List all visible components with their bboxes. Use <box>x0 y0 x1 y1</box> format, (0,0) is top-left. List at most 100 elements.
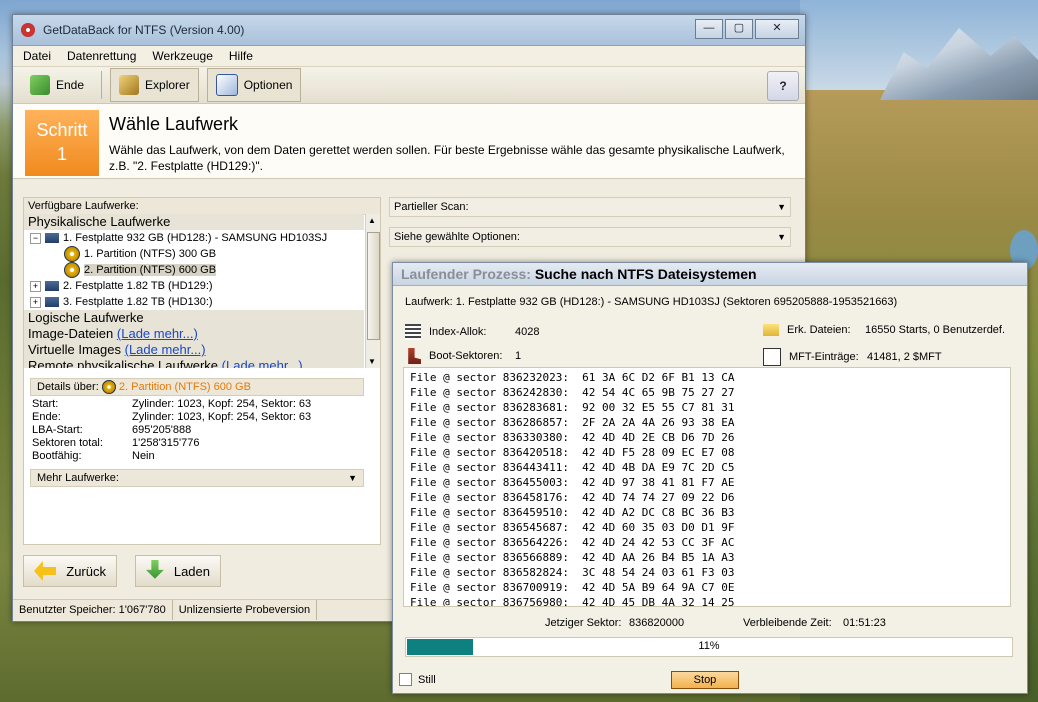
log-line: File @ sector 836443411: 42 4D 4B DA E9 … <box>410 461 735 474</box>
minimize-button[interactable]: — <box>695 19 723 39</box>
mft-entries-stat: MFT-Einträge: 41481, 2 $MFT <box>763 348 942 366</box>
stop-button[interactable]: Stop <box>671 671 739 689</box>
progress-bar: 11% <box>405 637 1013 657</box>
index-icon <box>405 324 421 340</box>
step-badge: Schritt 1 <box>25 110 99 176</box>
process-title: Suche nach NTFS Dateisystemen <box>534 266 757 282</box>
window-title: GetDataBack for NTFS (Version 4.00) <box>43 23 245 37</box>
menu-werkzeuge[interactable]: Werkzeuge <box>152 49 212 63</box>
virtual-images-load-link[interactable]: (Lade mehr...) <box>125 342 206 357</box>
maximize-button[interactable]: ▢ <box>725 19 753 39</box>
log-line: File @ sector 836459510: 42 4D A2 DC C8 … <box>410 506 735 519</box>
menu-datei[interactable]: Datei <box>23 49 51 63</box>
show-options-expander[interactable]: Siehe gewählte Optionen: ▼ <box>389 227 791 247</box>
process-title-bar[interactable]: Laufender Prozess: Suche nach NTFS Datei… <box>393 263 1027 286</box>
step-description: Wähle das Laufwerk, von dem Daten gerett… <box>109 143 785 173</box>
details-value: 695'205'888 <box>132 424 192 436</box>
log-line: File @ sector 836455003: 42 4D 97 38 41 … <box>410 476 735 489</box>
log-line: File @ sector 836582824: 3C 48 54 24 03 … <box>410 566 735 579</box>
virtual-images-group[interactable]: Virtuelle Images (Lade mehr...) <box>24 342 364 358</box>
details-section: Details über: 2. Partition (NTFS) 600 GB… <box>24 374 370 487</box>
ende-button[interactable]: Ende <box>21 68 93 102</box>
chevron-down-icon: ▼ <box>777 232 786 242</box>
process-drive-info: Laufwerk: 1. Festplatte 932 GB (HD128:) … <box>405 296 898 308</box>
checklist-icon <box>215 74 238 96</box>
hard-disk-icon <box>45 281 59 292</box>
title-bar[interactable]: GetDataBack for NTFS (Version 4.00) — ▢ … <box>13 15 805 46</box>
image-files-label: Image-Dateien <box>28 326 114 341</box>
log-line: File @ sector 836458176: 42 4D 74 74 27 … <box>410 491 735 504</box>
chevron-down-icon: ▼ <box>348 473 357 483</box>
expand-icon[interactable]: + <box>30 280 41 292</box>
partition-label: 2. Partition (NTFS) 600 GB <box>84 264 217 276</box>
tree-item-partition-1[interactable]: 1. Partition (NTFS) 300 GB <box>24 246 364 263</box>
close-button[interactable]: ✕ <box>755 19 799 39</box>
still-checkbox[interactable] <box>399 673 412 686</box>
index-alloc-stat: Index-Allok: 4028 <box>405 324 539 340</box>
optionen-label: Optionen <box>243 78 293 92</box>
scan-log[interactable]: File @ sector 836232023: 61 3A 6C D2 6F … <box>403 367 1011 607</box>
back-button[interactable]: Zurück <box>23 555 117 587</box>
help-button[interactable]: ? <box>767 71 799 101</box>
tree-item-drive-1[interactable]: − 1. Festplatte 932 GB (HD128:) - SAMSUNG… <box>24 230 364 246</box>
boot-sectors-label: Boot-Sektoren: <box>429 350 503 362</box>
scrollbar-thumb[interactable] <box>367 232 380 340</box>
tree-item-drive-3[interactable]: +3. Festplatte 1.82 TB (HD130:) <box>24 294 364 310</box>
log-line: File @ sector 836756980: 42 4D 45 DB 4A … <box>410 596 735 607</box>
download-icon <box>146 560 164 579</box>
options-panel: Partieller Scan: ▼ Siehe gewählte Option… <box>389 197 791 257</box>
explorer-button[interactable]: Explorer <box>110 68 199 102</box>
remote-drives-label: Remote physikalische Laufwerke <box>28 358 219 368</box>
logical-drives-group[interactable]: Logische Laufwerke <box>24 310 364 326</box>
toolbar-separator <box>101 71 103 99</box>
physical-drives-group[interactable]: Physikalische Laufwerke <box>24 214 364 230</box>
mft-label: MFT-Einträge: <box>789 351 859 363</box>
remaining-time-value: 01:51:23 <box>843 617 886 629</box>
chevron-down-icon: ▼ <box>777 202 786 212</box>
image-files-load-link[interactable]: (Lade mehr...) <box>117 326 198 341</box>
remote-drives-load-link[interactable]: (Lade mehr...) <box>222 358 303 368</box>
details-value: Zylinder: 1023, Kopf: 254, Sektor: 63 <box>132 398 312 410</box>
ende-label: Ende <box>56 78 85 92</box>
partial-scan-expander[interactable]: Partieller Scan: ▼ <box>389 197 791 217</box>
log-line: File @ sector 836232023: 61 3A 6C D2 6F … <box>410 371 735 384</box>
file-icon <box>763 348 781 366</box>
drive-tree-scrollbar[interactable]: ▲ ▼ <box>365 214 380 368</box>
collapse-icon[interactable]: − <box>30 232 41 244</box>
partition-icon <box>64 262 80 279</box>
toolbar: Ende Explorer Optionen ? <box>13 67 805 104</box>
show-options-label: Siehe gewählte Optionen: <box>394 231 520 243</box>
found-files-stat: Erk. Dateien: 16550 Starts, 0 Benutzerde… <box>763 324 1005 336</box>
more-drives-expander[interactable]: Mehr Laufwerke: ▼ <box>30 469 364 487</box>
hard-disk-icon <box>45 297 59 308</box>
tree-item-drive-2[interactable]: +2. Festplatte 1.82 TB (HD129:) <box>24 278 364 294</box>
mft-value: 41481, 2 $MFT <box>867 351 942 363</box>
remote-drives-group[interactable]: Remote physikalische Laufwerke (Lade meh… <box>24 358 364 368</box>
process-dialog: Laufender Prozess: Suche nach NTFS Datei… <box>392 262 1028 694</box>
load-label: Laden <box>173 563 210 579</box>
still-toggle[interactable]: Still <box>399 673 436 686</box>
wizard-navigation: Zurück Laden <box>23 555 221 587</box>
license-status: Unlizensierte Probeversion <box>173 600 318 620</box>
partial-scan-label: Partieller Scan: <box>394 201 469 213</box>
details-value: Nein <box>132 450 155 462</box>
progress-text: 11% <box>698 640 720 652</box>
found-files-label: Erk. Dateien: <box>787 324 851 336</box>
scroll-down-icon[interactable]: ▼ <box>368 357 376 366</box>
load-button[interactable]: Laden <box>135 555 221 587</box>
memory-status: Benutzter Speicher: 1'067'780 <box>13 600 173 620</box>
drive-panel: Verfügbare Laufwerke: Physikalische Lauf… <box>23 197 381 545</box>
menu-hilfe[interactable]: Hilfe <box>229 49 253 63</box>
menu-datenrettung[interactable]: Datenrettung <box>67 49 136 63</box>
scroll-up-icon[interactable]: ▲ <box>368 216 376 225</box>
expand-icon[interactable]: + <box>30 296 41 308</box>
tree-item-partition-2[interactable]: 2. Partition (NTFS) 600 GB <box>24 262 364 279</box>
index-alloc-value: 4028 <box>515 326 540 338</box>
log-line: File @ sector 836566889: 42 4D AA 26 B4 … <box>410 551 735 564</box>
back-label: Zurück <box>66 563 106 579</box>
app-icon <box>21 23 35 37</box>
image-files-group[interactable]: Image-Dateien (Lade mehr...) <box>24 326 364 342</box>
log-line: File @ sector 836564226: 42 4D 24 42 53 … <box>410 536 735 549</box>
optionen-button[interactable]: Optionen <box>206 68 302 102</box>
step-header: Schritt 1 Wähle Laufwerk Wähle das Laufw… <box>13 104 805 179</box>
